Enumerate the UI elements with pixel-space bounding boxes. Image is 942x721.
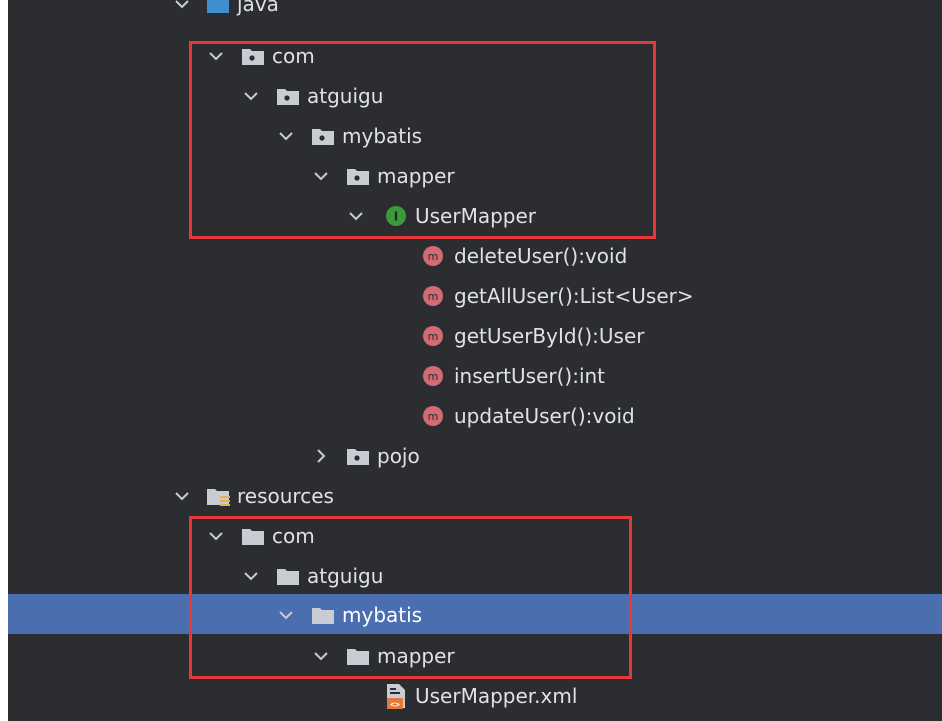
method-icon: m [421,244,445,266]
tree-node-label: deleteUser():void [454,244,628,268]
tree-node-pojo[interactable]: pojo [8,436,942,476]
svg-text:<>: <> [390,700,400,709]
tree-node-method[interactable]: m getUserById():User [8,316,942,356]
method-icon: m [421,324,445,346]
tree-node-label: UserMapper.xml [415,684,578,708]
chevron-down-icon[interactable] [172,486,192,506]
tree-node-resources[interactable]: resources [8,476,942,516]
method-icon: m [421,364,445,386]
tree-node-label: resources [237,484,334,508]
tree-node-java[interactable]: java [8,0,942,24]
tree-node-label: getAllUser():List<User> [454,284,694,308]
tree-node-method[interactable]: m updateUser():void [8,396,942,436]
tree-node-label: getUserById():User [454,324,645,348]
tree-node-label: updateUser():void [454,404,635,428]
source-root-folder-icon [206,0,230,15]
tree-node-method[interactable]: m insertUser():int [8,356,942,396]
package-icon [346,445,370,467]
method-icon: m [421,404,445,426]
chevron-right-icon[interactable] [311,446,331,466]
svg-text:m: m [428,370,439,383]
highlight-box-resources-package [189,516,632,679]
chevron-down-icon[interactable] [172,0,192,14]
highlight-box-java-package [189,41,656,239]
svg-text:m: m [428,410,439,423]
tree-node-usermapper-xml[interactable]: <> UserMapper.xml [8,676,942,716]
tree-node-method[interactable]: m deleteUser():void [8,236,942,276]
tree-node-method[interactable]: m getAllUser():List<User> [8,276,942,316]
tree-node-label: insertUser():int [454,364,606,388]
svg-text:m: m [428,290,439,303]
tree-node-label: pojo [377,444,420,468]
svg-text:m: m [428,330,439,343]
project-tree: java com atguigu mybatis mapper I UserMa… [8,0,942,721]
tree-node-label: java [237,0,279,16]
method-icon: m [421,284,445,306]
svg-text:m: m [428,250,439,263]
xml-file-icon: <> [384,683,410,711]
resources-root-folder-icon [206,485,230,507]
